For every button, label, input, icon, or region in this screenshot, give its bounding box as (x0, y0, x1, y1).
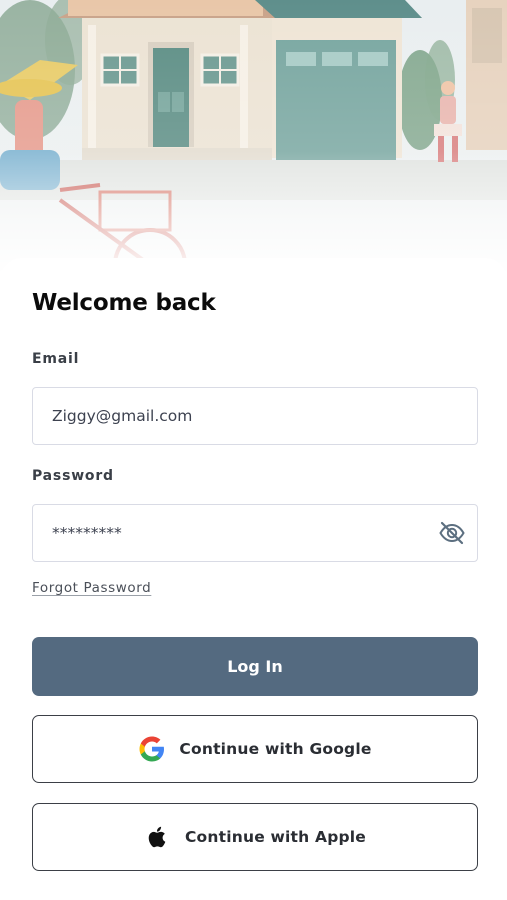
email-field[interactable] (32, 387, 478, 445)
password-label: Password (32, 468, 114, 484)
eye-slash-icon[interactable] (438, 519, 466, 547)
hero-illustration (0, 0, 507, 275)
forgot-password-link[interactable]: Forgot Password (32, 580, 151, 596)
password-input[interactable] (33, 505, 413, 560)
apple-button-label: Continue with Apple (184, 828, 367, 846)
email-label: Email (32, 351, 80, 367)
login-button[interactable]: Log In (32, 637, 478, 696)
google-logo-icon (138, 735, 166, 763)
page-title: Welcome back (32, 290, 216, 316)
apple-signin-button[interactable]: Continue with Apple (32, 803, 478, 871)
email-input[interactable] (33, 388, 413, 443)
apple-logo-icon (144, 823, 172, 851)
password-field[interactable] (32, 504, 478, 562)
google-button-label: Continue with Google (179, 740, 372, 758)
google-signin-button[interactable]: Continue with Google (32, 715, 478, 783)
